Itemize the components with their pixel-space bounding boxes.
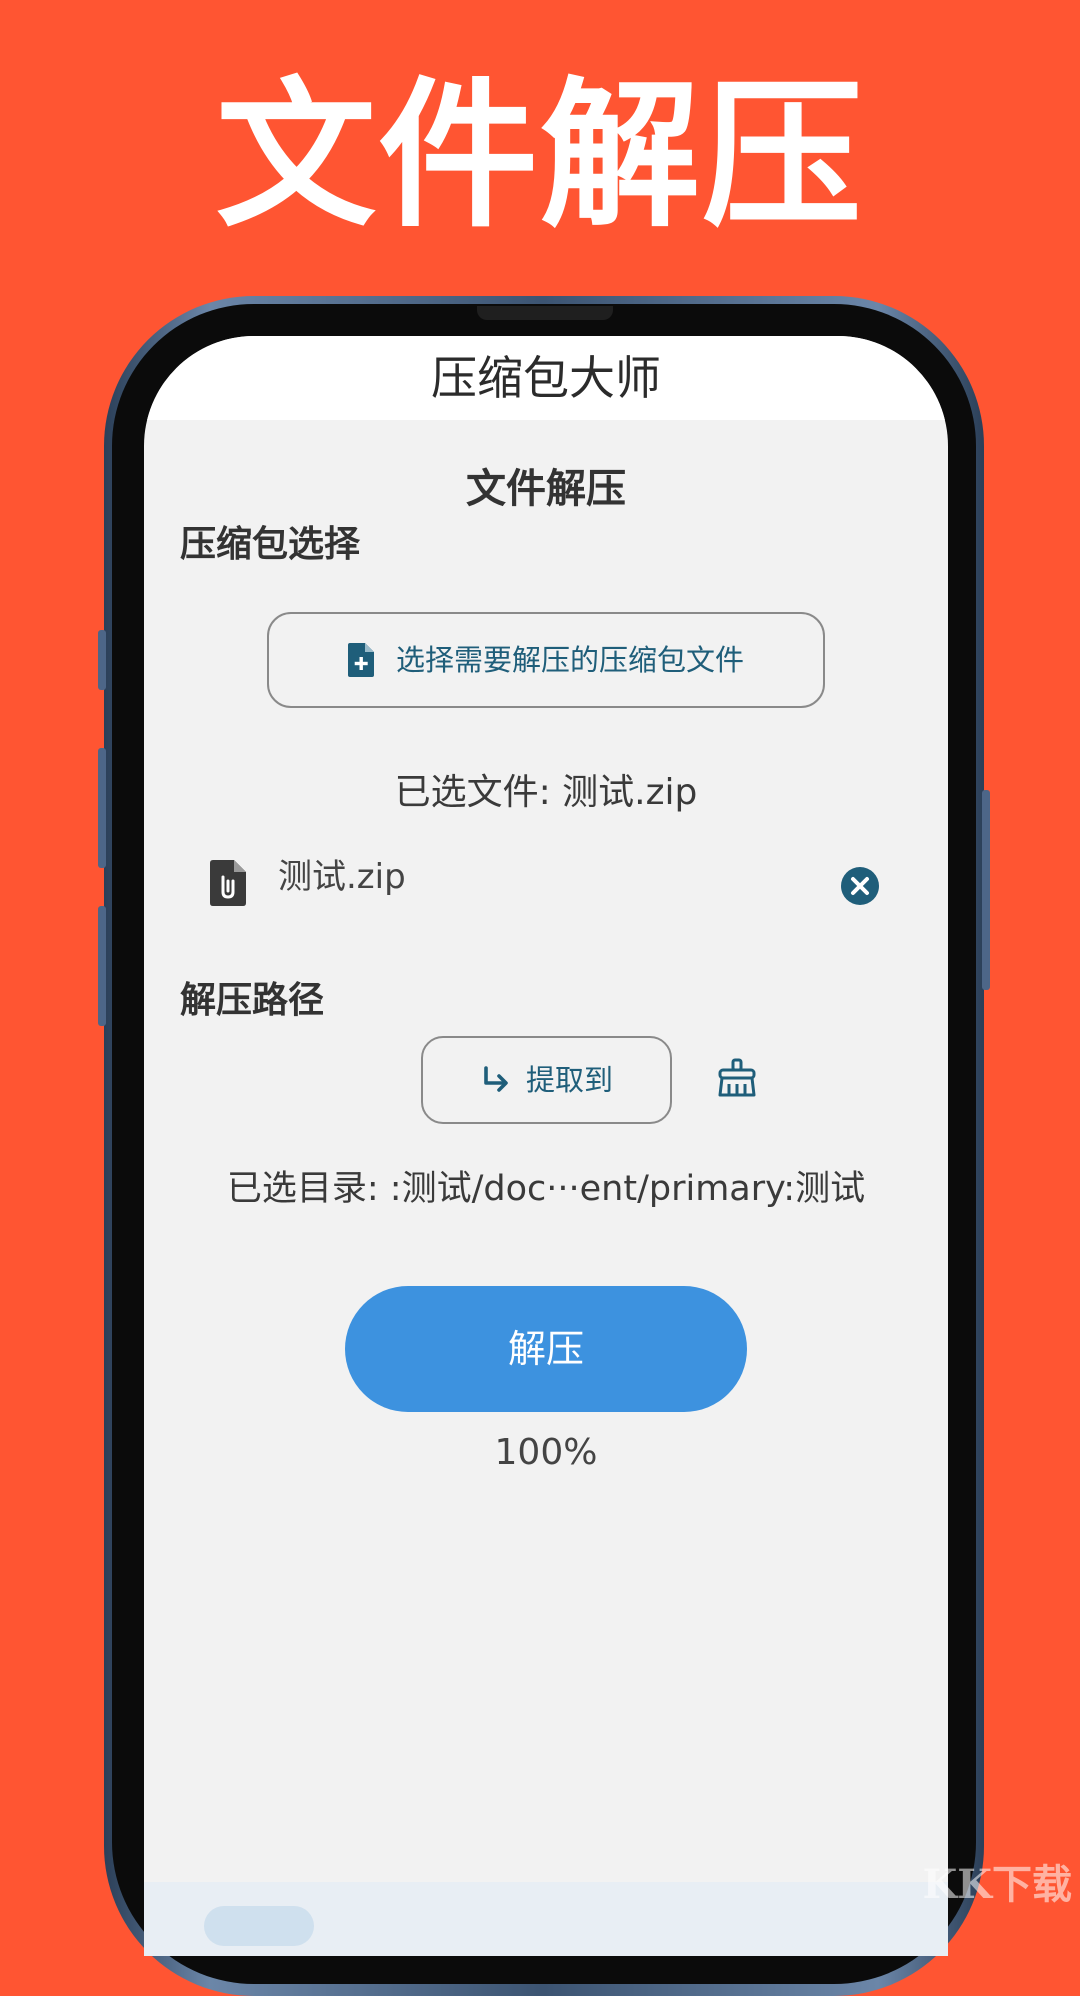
progress-text: 100% [494, 1432, 598, 1473]
bottom-tab-indicator[interactable] [204, 1906, 314, 1946]
app-title: 压缩包大师 [431, 351, 661, 405]
phone-speaker [477, 306, 613, 320]
selected-dir-summary: 已选目录: :测试/doc···ent/primary:测试 [226, 1169, 866, 1209]
watermark-logo: KK下载 [922, 1861, 1072, 1908]
select-archive-button[interactable]: 选择需要解压的压缩包文件 [267, 612, 825, 708]
arrow-turn-down-right-icon [480, 1065, 510, 1095]
phone-power-button [982, 790, 990, 990]
phone-screen: 压缩包大师 文件解压 压缩包选择 选择需要解压的压缩包文件 已选文件: 测试.z… [144, 336, 948, 1956]
app-header: 压缩包大师 [144, 336, 948, 420]
promo-title: 文件解压 [215, 61, 864, 249]
select-archive-button-label: 选择需要解压的压缩包文件 [395, 643, 744, 677]
selected-file-row: 测试.zip [144, 846, 948, 926]
extract-to-button[interactable]: 提取到 [421, 1036, 672, 1124]
extract-button-label: 解压 [507, 1327, 584, 1371]
bottom-bar [144, 1882, 948, 1956]
close-circle-icon[interactable] [840, 866, 880, 910]
extract-button[interactable]: 解压 [345, 1286, 747, 1412]
page-heading: 文件解压 [466, 466, 626, 512]
selected-file-name: 测试.zip [278, 857, 406, 897]
phone-mute-button [98, 630, 106, 690]
phone-volume-up-button [98, 748, 106, 868]
archive-section-label: 压缩包选择 [180, 524, 361, 565]
extract-to-button-label: 提取到 [525, 1063, 613, 1097]
selected-file-summary: 已选文件: 测试.zip [394, 772, 698, 813]
file-plus-icon [347, 643, 374, 677]
broom-icon[interactable] [716, 1058, 758, 1102]
phone-volume-down-button [98, 906, 106, 1026]
file-zip-icon [210, 860, 246, 910]
path-section-label: 解压路径 [180, 980, 325, 1021]
